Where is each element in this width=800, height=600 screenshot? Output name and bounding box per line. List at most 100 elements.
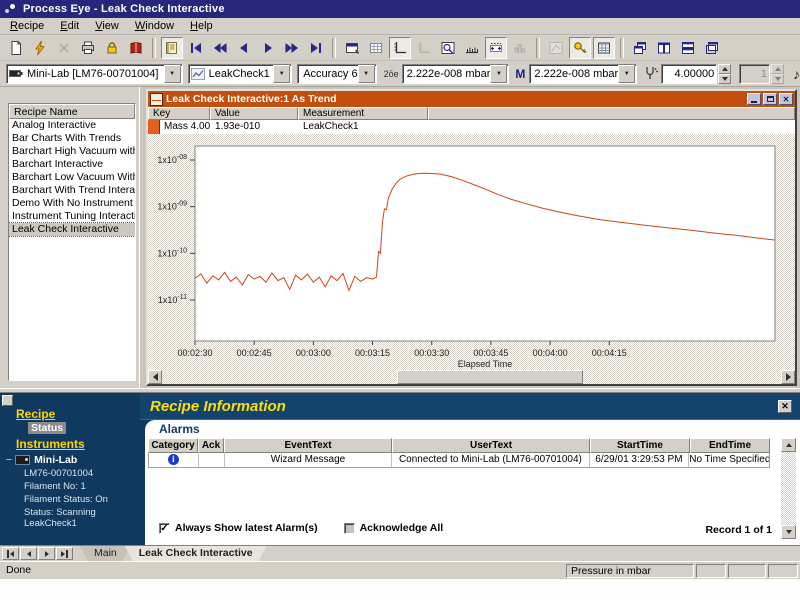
chevron-down-icon[interactable]: ▼ <box>164 65 181 83</box>
accuracy-combo[interactable]: Accuracy 6 ▼ <box>297 64 376 84</box>
scrollbar-track[interactable] <box>781 452 796 525</box>
measurement-combo[interactable]: LeakCheck1 ▼ <box>188 64 293 84</box>
tab-main[interactable]: Main <box>80 546 131 561</box>
instrument-name: Mini-Lab <box>34 454 77 466</box>
properties-button[interactable] <box>341 37 363 59</box>
legend-header-value[interactable]: Value <box>210 107 298 120</box>
status-bar: Done Pressure in mbar <box>0 561 800 579</box>
tile-vertical-button[interactable] <box>653 37 675 59</box>
nav-link-recipe[interactable]: Recipe <box>16 407 140 421</box>
menu-edit[interactable]: Edit <box>52 19 87 33</box>
recipe-list-item[interactable]: Bar Charts With Trends <box>9 132 135 145</box>
mass-spinner-value: 4.00000 <box>662 68 716 80</box>
alarms-vertical-scrollbar[interactable] <box>781 438 796 539</box>
arrange-windows-button[interactable] <box>701 37 723 59</box>
alarm-header-eventtext[interactable]: EventText <box>224 438 392 453</box>
tab-leak-check-interactive[interactable]: Leak Check Interactive <box>125 546 267 561</box>
next-scan-button[interactable] <box>257 37 279 59</box>
scroll-up-icon[interactable] <box>781 438 796 452</box>
desktop-strip <box>0 579 800 600</box>
key-view-button[interactable] <box>569 37 591 59</box>
alarm-header-ack[interactable]: Ack <box>198 438 224 453</box>
close-icon[interactable]: ✕ <box>779 93 793 105</box>
histogram-button <box>509 37 531 59</box>
first-scan-button[interactable] <box>185 37 207 59</box>
tile-horizontal-button[interactable] <box>677 37 699 59</box>
toolbar-separator <box>620 38 624 58</box>
mass-spinner[interactable]: 4.00000 <box>661 64 717 84</box>
mass-spin-down-icon[interactable] <box>718 74 731 84</box>
toolbar-separator <box>536 38 540 58</box>
chevron-down-icon[interactable]: ▼ <box>273 65 290 83</box>
legend-row[interactable]: Mass 4.00 1.93e-010 LeakCheck1 <box>148 120 795 135</box>
chevron-down-icon[interactable]: ▼ <box>490 65 507 83</box>
data-table-button[interactable] <box>593 37 615 59</box>
trend-window-title-bar[interactable]: Leak Check Interactive:1 As Trend ✕ <box>148 91 795 107</box>
recipe-list-item[interactable]: Demo With No Instrument <box>9 197 135 210</box>
new-recipe-button[interactable] <box>5 37 27 59</box>
cascade-windows-button[interactable] <box>629 37 651 59</box>
menu-help[interactable]: Help <box>182 19 221 33</box>
last-scan-button[interactable] <box>305 37 327 59</box>
zoom-chart-button[interactable] <box>437 37 459 59</box>
mass-spin-up-icon[interactable] <box>718 64 731 74</box>
tab-scroll-last-icon[interactable] <box>56 547 73 560</box>
rewind-button[interactable] <box>209 37 231 59</box>
print-button[interactable] <box>77 37 99 59</box>
collapse-icon[interactable]: − <box>6 454 12 466</box>
menu-view[interactable]: View <box>87 19 127 33</box>
instrument-combo[interactable]: Mini-Lab [LM76-00701004] ▼ <box>6 64 183 84</box>
alarm-header-endtime[interactable]: EndTime <box>690 438 770 453</box>
scroll-down-icon[interactable] <box>781 525 796 539</box>
close-icon[interactable]: ✕ <box>778 400 792 413</box>
scroll-right-icon[interactable] <box>781 370 795 384</box>
alarm-header-starttime[interactable]: StartTime <box>590 438 690 453</box>
recipe-list-item[interactable]: Leak Check Interactive <box>9 223 135 236</box>
lock-button[interactable] <box>101 37 123 59</box>
recipe-list-item[interactable]: Barchart With Trend Interact... <box>9 184 135 197</box>
recipe-list-item[interactable]: Barchart Low Vacuum With ... <box>9 171 135 184</box>
help-book-button[interactable] <box>125 37 147 59</box>
instrument-tree-node[interactable]: − Mini-Lab <box>6 454 140 466</box>
trend-horizontal-scrollbar[interactable] <box>148 370 795 384</box>
previous-scan-button[interactable] <box>233 37 255 59</box>
log-axis-button[interactable] <box>389 37 411 59</box>
recipe-list-item[interactable]: Barchart High Vacuum with ... <box>9 145 135 158</box>
measured-pressure-combo[interactable]: 2.222e-008 mbar ▼ <box>529 64 637 84</box>
scan-log-button[interactable] <box>161 37 183 59</box>
recipe-list-item[interactable]: Analog Interactive <box>9 119 135 132</box>
forward-button[interactable] <box>281 37 303 59</box>
tab-scroll-first-icon[interactable] <box>2 547 19 560</box>
grid-view-button[interactable] <box>365 37 387 59</box>
ruler-button[interactable] <box>461 37 483 59</box>
menu-recipe[interactable]: Recipe <box>2 19 52 33</box>
recipe-list-item[interactable]: Instrument Tuning Interactive <box>9 210 135 223</box>
scrollbar-thumb[interactable] <box>397 370 583 384</box>
maximize-icon[interactable] <box>763 93 777 105</box>
recipe-list-header[interactable]: Recipe Name <box>9 104 135 119</box>
scale-range-button[interactable] <box>485 37 507 59</box>
run-recipe-button[interactable] <box>29 37 51 59</box>
chevron-down-icon[interactable]: ▼ <box>618 65 635 83</box>
legend-header-key[interactable]: Key <box>148 107 210 120</box>
nav-link-instruments[interactable]: Instruments <box>16 437 140 451</box>
chevron-down-icon[interactable]: ▼ <box>358 65 375 83</box>
acknowledge-all-checkbox[interactable] <box>344 523 355 534</box>
always-show-checkbox[interactable]: ✓ <box>159 523 170 534</box>
total-pressure-combo[interactable]: 2.222e-008 mbar ▼ <box>402 64 510 84</box>
alarm-header-category[interactable]: Category <box>148 438 198 453</box>
alarm-header-usertext[interactable]: UserText <box>392 438 590 453</box>
minimize-icon[interactable] <box>747 93 761 105</box>
toolbar-separator <box>332 38 336 58</box>
legend-header-measurement[interactable]: Measurement <box>298 107 428 120</box>
pane-pin-button[interactable] <box>2 395 13 406</box>
alarm-table-row[interactable]: i Wizard Message Connected to Mini-Lab (… <box>148 453 770 468</box>
scrollbar-track[interactable] <box>162 370 781 384</box>
recipe-list-item[interactable]: Barchart Interactive <box>9 158 135 171</box>
scroll-left-icon[interactable] <box>148 370 162 384</box>
tab-scroll-prev-icon[interactable] <box>20 547 37 560</box>
audio-alert-icon[interactable]: ♪ <box>793 66 800 82</box>
menu-window[interactable]: Window <box>127 19 182 33</box>
tab-scroll-next-icon[interactable] <box>38 547 55 560</box>
nav-sub-status[interactable]: Status <box>28 422 66 434</box>
